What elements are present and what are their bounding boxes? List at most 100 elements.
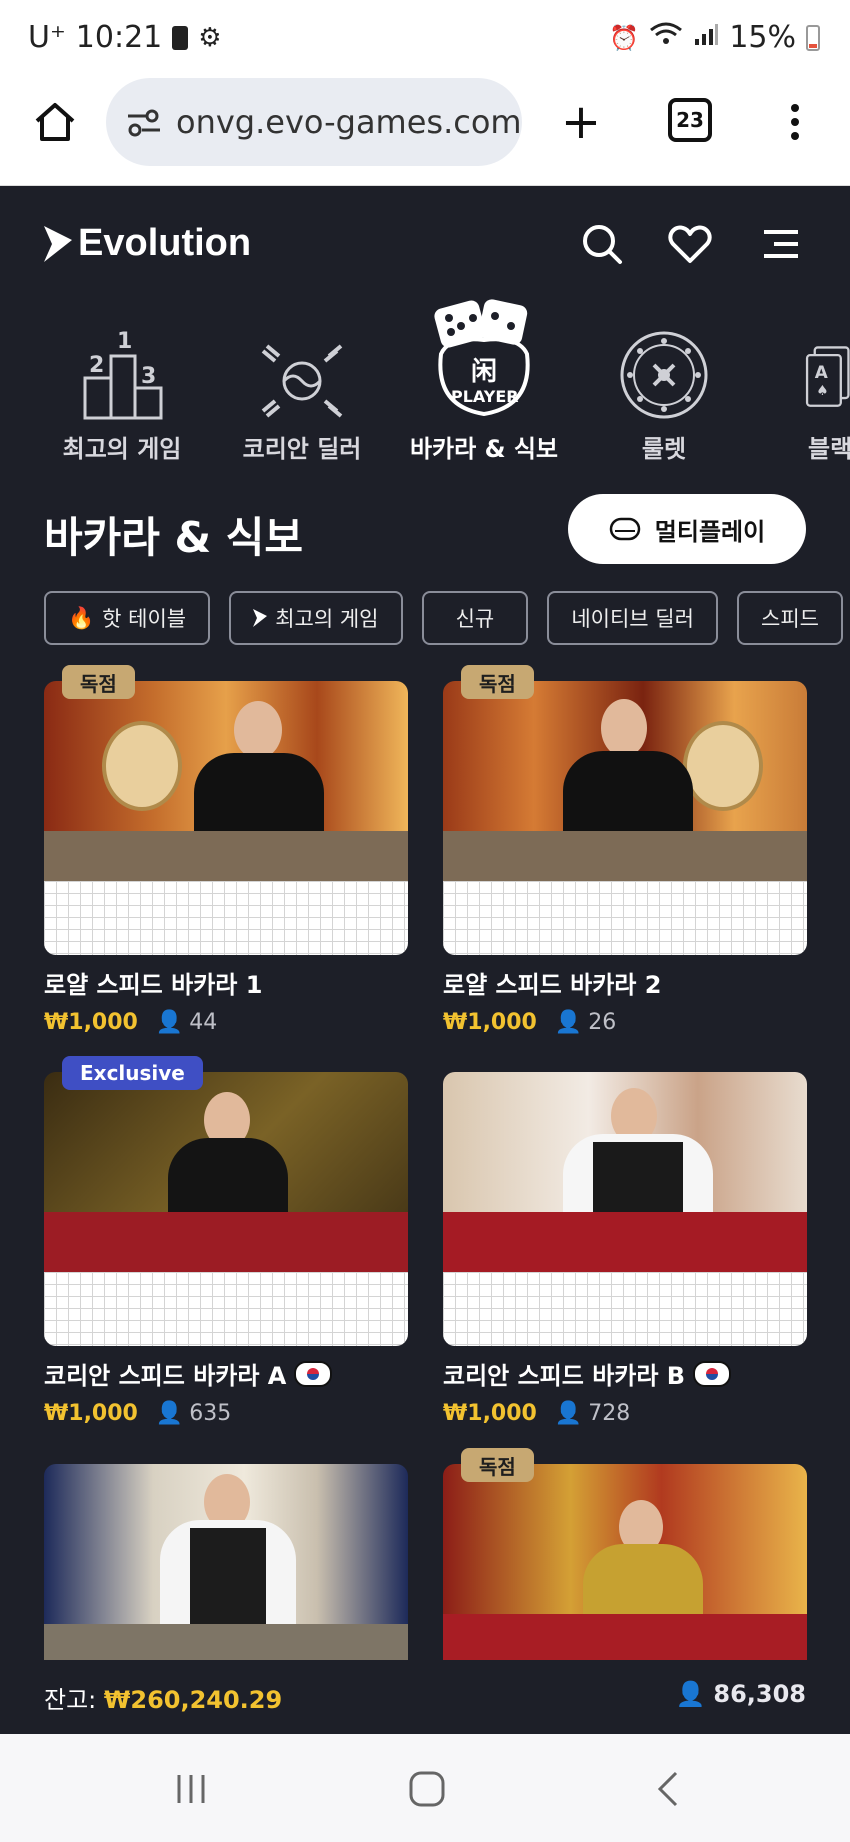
chip-native-dealer[interactable]: 네이티브 딜러 <box>547 591 718 645</box>
roadmap-grid <box>44 881 408 955</box>
category-roulette[interactable]: 룰렛 <box>579 301 749 464</box>
chip-speed[interactable]: 스피드 <box>737 591 843 645</box>
game-card[interactable] <box>44 1464 408 1660</box>
min-bet: ₩1,000 <box>44 1010 138 1035</box>
game-card[interactable]: Exclusive 코리안 스피드 바카라 A ₩1,000 👤 635 <box>44 1056 408 1426</box>
card-icon: A ♠ <box>760 301 850 421</box>
podium-icon: 12 3 <box>37 301 207 421</box>
chip-label: 신규 <box>455 607 495 631</box>
more-menu-icon[interactable] <box>780 94 810 150</box>
player-count: 👤 26 <box>554 1010 617 1035</box>
category-label: 코리안 딜러 <box>242 435 362 463</box>
svg-text:3: 3 <box>141 364 156 389</box>
evolution-logo[interactable]: Evolution <box>44 222 251 265</box>
exclusive-badge: Exclusive <box>62 1056 203 1090</box>
user-icon: 👤 <box>554 1401 583 1426</box>
category-blackjack[interactable]: A ♠ 블랙 <box>760 301 850 464</box>
tab-switcher-button[interactable]: 23 <box>668 98 712 142</box>
evolution-mark-icon <box>44 225 72 262</box>
chip-label: 네이티브 딜러 <box>571 607 694 631</box>
game-title: 로얄 스피드 바카라 2 <box>443 971 662 999</box>
home-nav-icon[interactable] <box>402 1764 452 1814</box>
game-thumbnail <box>443 681 807 955</box>
chip-hot-tables[interactable]: 🔥 핫 테이블 <box>44 591 211 645</box>
game-card[interactable]: 독점 로얄 스피드 바카라 2 ₩1,000 👤 26 <box>443 665 807 1035</box>
player-count: 👤 728 <box>554 1401 631 1426</box>
game-card[interactable]: 코리안 스피드 바카라 B ₩1,000 👤 728 <box>443 1072 807 1426</box>
carrier-label: U⁺ <box>28 20 66 55</box>
dice-player-icon: 闲 PLAYER <box>399 299 569 421</box>
address-bar[interactable]: onvg.evo-games.com <box>106 78 522 166</box>
game-meta: ₩1,000 👤 26 <box>443 1010 807 1035</box>
category-korean-dealer[interactable]: 코리안 딜러 <box>217 301 387 464</box>
balance-label: 잔고: <box>44 1686 97 1714</box>
game-thumbnail <box>44 681 408 955</box>
browser-toolbar: onvg.evo-games.com + 23 <box>0 78 850 186</box>
flame-icon: 🔥 <box>68 605 95 630</box>
game-title: 코리안 스피드 바카라 B <box>443 1356 807 1391</box>
evolution-mark-icon <box>253 609 268 627</box>
category-nav: 12 3 최고의 게임 코리안 딜러 闲 PLAYER 바카라 & 식보 룰렛 A ♠ <box>0 299 850 471</box>
multiplay-label: 멀티플레이 <box>654 517 766 546</box>
wifi-icon <box>649 20 683 55</box>
user-icon: 👤 <box>675 1680 706 1708</box>
game-title: 코리안 스피드 바카라 A <box>44 1356 408 1391</box>
category-label: 최고의 게임 <box>62 435 182 463</box>
svg-text:闲: 闲 <box>471 357 497 387</box>
player-count: 👤 44 <box>155 1010 218 1035</box>
search-icon[interactable] <box>578 220 626 268</box>
game-meta: ₩1,000 👤 728 <box>443 1401 807 1426</box>
game-card[interactable]: 독점 로얄 스피드 바카라 1 ₩1,000 👤 44 <box>44 665 408 1035</box>
game-meta: ₩1,000 👤 635 <box>44 1401 408 1426</box>
game-card[interactable]: 독점 <box>443 1448 807 1660</box>
site-settings-icon[interactable] <box>126 106 162 138</box>
category-baccarat-sicbo[interactable]: 闲 PLAYER 바카라 & 식보 <box>399 299 569 464</box>
min-bet: ₩1,000 <box>443 1010 537 1035</box>
multiplay-icon <box>609 517 641 541</box>
korea-flag-icon <box>693 1360 732 1387</box>
svg-text:♠: ♠ <box>816 383 828 399</box>
new-tab-icon[interactable]: + <box>556 94 606 150</box>
multiplay-button[interactable]: 멀티플레이 <box>568 494 806 564</box>
brand-name: Evolution <box>78 222 252 264</box>
svg-text:A: A <box>815 362 828 382</box>
user-icon: 👤 <box>155 1401 184 1426</box>
menu-icon[interactable] <box>756 220 804 268</box>
site-header: Evolution <box>0 186 850 298</box>
system-nav-bar <box>0 1734 850 1842</box>
total-players: 👤 86,308 <box>675 1680 806 1708</box>
balance-amount: ₩260,240.29 <box>103 1686 283 1714</box>
battery-icon <box>806 24 820 51</box>
game-meta: ₩1,000 👤 44 <box>44 1010 408 1035</box>
favorites-heart-icon[interactable] <box>666 220 714 268</box>
exclusive-badge: 독점 <box>461 665 534 699</box>
balance-bar: 잔고: ₩260,240.29 👤 86,308 <box>0 1660 850 1734</box>
home-icon[interactable] <box>30 94 80 150</box>
chip-new[interactable]: 신규 <box>421 591 529 645</box>
exclusive-badge: 독점 <box>62 665 135 699</box>
user-icon: 👤 <box>554 1010 583 1035</box>
category-label: 룰렛 <box>641 435 687 463</box>
url-text: onvg.evo-games.com <box>176 103 522 141</box>
roadmap-grid <box>443 1272 807 1346</box>
roulette-icon <box>579 301 749 421</box>
chip-label: 핫 테이블 <box>102 607 187 631</box>
settings-icon: ⚙ <box>198 22 222 53</box>
chip-label: 스피드 <box>761 607 819 631</box>
clock: 10:21 <box>75 20 163 55</box>
category-top-games[interactable]: 12 3 최고의 게임 <box>37 301 207 464</box>
filter-chips: 🔥 핫 테이블 최고의 게임 신규 네이티브 딜러 스피드 <box>44 591 850 645</box>
category-label: 블랙 <box>808 435 850 463</box>
game-thumbnail <box>443 1072 807 1346</box>
min-bet: ₩1,000 <box>443 1401 537 1426</box>
korea-flag-icon <box>294 1360 333 1387</box>
min-bet: ₩1,000 <box>44 1401 138 1426</box>
game-title: 로얄 스피드 바카라 1 <box>44 971 263 999</box>
back-icon[interactable] <box>644 1764 694 1814</box>
signal-icon <box>693 20 719 55</box>
player-count: 👤 635 <box>155 1401 232 1426</box>
balance: 잔고: ₩260,240.29 <box>44 1680 282 1715</box>
chip-top-games[interactable]: 최고의 게임 <box>229 591 403 645</box>
svg-text:PLAYER: PLAYER <box>451 387 519 406</box>
recent-apps-icon[interactable] <box>166 1764 216 1814</box>
